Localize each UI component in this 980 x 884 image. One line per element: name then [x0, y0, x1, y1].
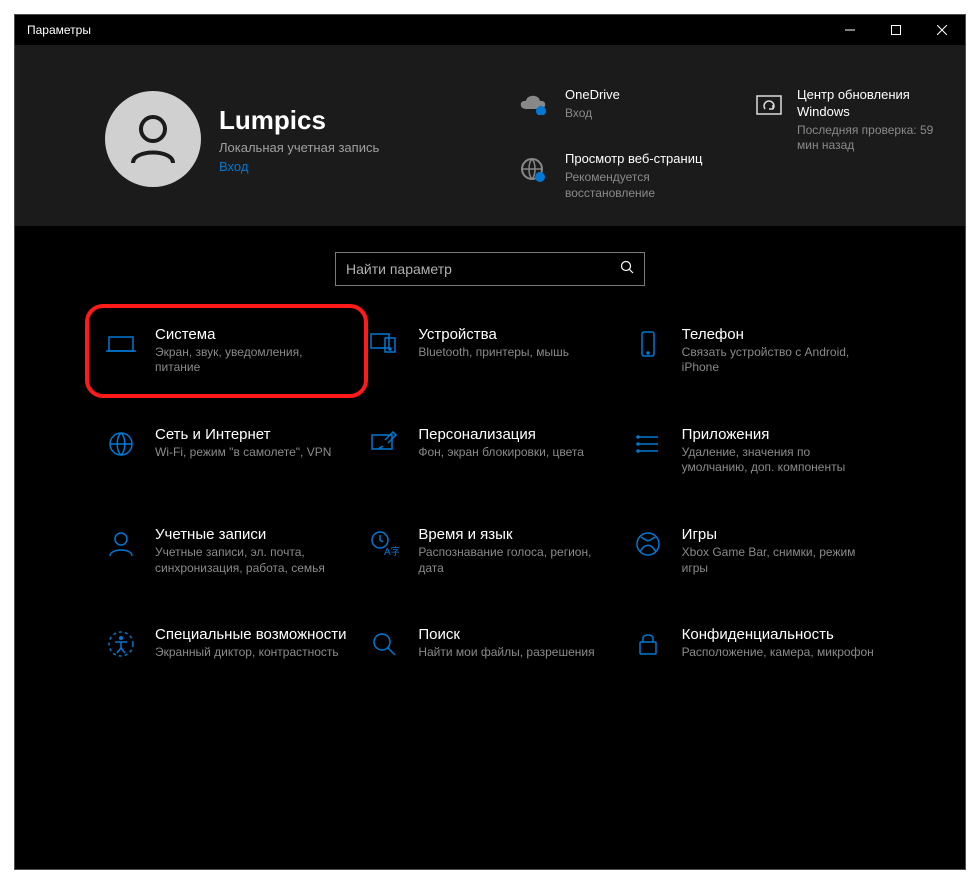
tile-time-language[interactable]: A字 Время и язык Распознавание голоса, ре… — [368, 526, 611, 576]
titlebar: Параметры — [15, 15, 965, 45]
globe-icon — [105, 428, 137, 460]
browser-subtitle: Рекомендуется восстановление — [565, 170, 735, 201]
search-input[interactable] — [346, 261, 620, 277]
person-icon — [105, 528, 137, 560]
browser-status[interactable]: Просмотр веб-страниц Рекомендуется восст… — [515, 151, 735, 201]
close-button[interactable] — [919, 15, 965, 45]
login-link[interactable]: Вход — [219, 159, 379, 174]
xbox-icon — [632, 528, 664, 560]
status-column: OneDrive Вход Просмотр веб-страниц Реком… — [515, 87, 735, 202]
header-panel: Lumpics Локальная учетная запись Вход On… — [15, 45, 965, 226]
tile-title: Система — [155, 326, 348, 343]
tile-desc: Bluetooth, принтеры, мышь — [418, 345, 611, 361]
tile-title: Время и язык — [418, 526, 611, 543]
tile-title: Поиск — [418, 626, 611, 643]
svg-text:A字: A字 — [384, 545, 399, 558]
devices-icon — [368, 328, 400, 360]
brush-icon — [368, 428, 400, 460]
maximize-button[interactable] — [873, 15, 919, 45]
tile-desc: Расположение, камера, микрофон — [682, 645, 875, 661]
onedrive-title: OneDrive — [565, 87, 735, 104]
tile-accounts[interactable]: Учетные записи Учетные записи, эл. почта… — [105, 526, 348, 576]
onedrive-status[interactable]: OneDrive Вход — [515, 87, 735, 121]
categories-grid: Система Экран, звук, уведомления, питани… — [75, 326, 905, 661]
tile-desc: Учетные записи, эл. почта, синхронизация… — [155, 545, 348, 576]
tile-system[interactable]: Система Экран, звук, уведомления, питани… — [85, 304, 368, 398]
avatar — [105, 91, 201, 187]
tile-title: Устройства — [418, 326, 611, 343]
search-icon — [368, 628, 400, 660]
main-panel: Система Экран, звук, уведомления, питани… — [15, 226, 965, 869]
search-icon — [620, 260, 634, 277]
tile-title: Учетные записи — [155, 526, 348, 543]
tile-desc: Xbox Game Bar, снимки, режим игры — [682, 545, 875, 576]
time-language-icon: A字 — [368, 528, 400, 560]
tile-privacy[interactable]: Конфиденциальность Расположение, камера,… — [632, 626, 875, 661]
tile-title: Сеть и Интернет — [155, 426, 348, 443]
tile-gaming[interactable]: Игры Xbox Game Bar, снимки, режим игры — [632, 526, 875, 576]
windows-update-status[interactable]: Центр обновления Windows Последняя прове… — [755, 87, 935, 202]
settings-window: Параметры Lumpics Локальная учетная запи… — [14, 14, 966, 870]
search-box[interactable] — [335, 252, 645, 286]
tile-personalization[interactable]: Персонализация Фон, экран блокировки, цв… — [368, 426, 611, 476]
tile-desc: Фон, экран блокировки, цвета — [418, 445, 611, 461]
lock-icon — [632, 628, 664, 660]
phone-icon — [632, 328, 664, 360]
browser-title: Просмотр веб-страниц — [565, 151, 735, 168]
onedrive-subtitle: Вход — [565, 106, 735, 122]
tile-accessibility[interactable]: Специальные возможности Экранный диктор,… — [105, 626, 348, 661]
minimize-button[interactable] — [827, 15, 873, 45]
tile-desc: Связать устройство с Android, iPhone — [682, 345, 875, 376]
tile-desc: Экран, звук, уведомления, питание — [155, 345, 348, 376]
tile-title: Телефон — [682, 326, 875, 343]
tile-apps[interactable]: Приложения Удаление, значения по умолчан… — [632, 426, 875, 476]
window-title: Параметры — [27, 23, 91, 37]
tile-devices[interactable]: Устройства Bluetooth, принтеры, мышь — [368, 326, 611, 376]
profile-name: Lumpics — [219, 105, 379, 136]
update-title: Центр обновления Windows — [797, 87, 935, 121]
account-type: Локальная учетная запись — [219, 140, 379, 155]
update-icon — [755, 87, 783, 124]
tile-title: Персонализация — [418, 426, 611, 443]
monitor-icon — [105, 328, 137, 360]
tile-title: Приложения — [682, 426, 875, 443]
tile-title: Специальные возможности — [155, 626, 348, 643]
profile-block[interactable]: Lumpics Локальная учетная запись Вход — [105, 77, 495, 202]
tile-desc: Распознавание голоса, регион, дата — [418, 545, 611, 576]
profile-text: Lumpics Локальная учетная запись Вход — [219, 105, 379, 174]
tile-desc: Wi-Fi, режим "в самолете", VPN — [155, 445, 348, 461]
cloud-icon — [515, 87, 551, 115]
globe-icon — [515, 151, 551, 185]
tile-desc: Экранный диктор, контрастность — [155, 645, 348, 661]
tile-network[interactable]: Сеть и Интернет Wi-Fi, режим "в самолете… — [105, 426, 348, 476]
tile-search[interactable]: Поиск Найти мои файлы, разрешения — [368, 626, 611, 661]
tile-title: Конфиденциальность — [682, 626, 875, 643]
tile-title: Игры — [682, 526, 875, 543]
apps-icon — [632, 428, 664, 460]
accessibility-icon — [105, 628, 137, 660]
tile-desc: Найти мои файлы, разрешения — [418, 645, 611, 661]
update-subtitle: Последняя проверка: 59 мин назад — [797, 123, 935, 154]
tile-phone[interactable]: Телефон Связать устройство с Android, iP… — [632, 326, 875, 376]
tile-desc: Удаление, значения по умолчанию, доп. ко… — [682, 445, 875, 476]
